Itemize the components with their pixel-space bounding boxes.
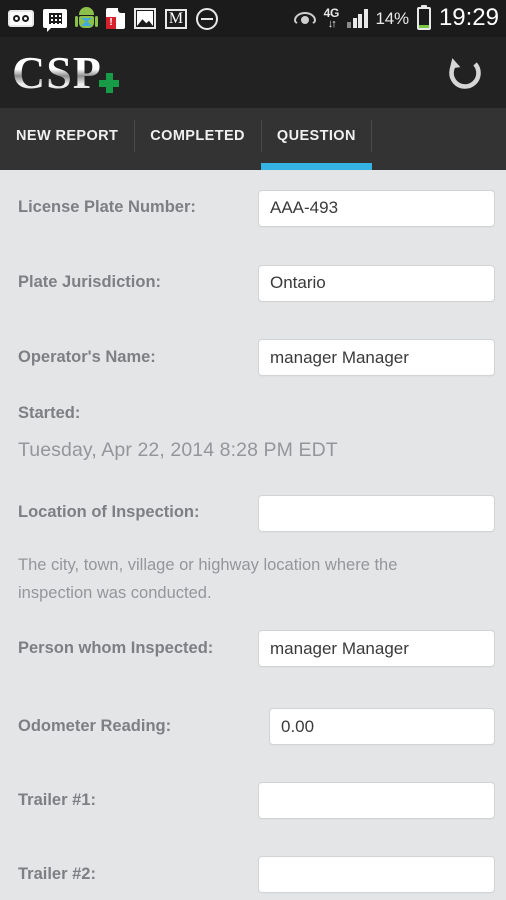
app-header: CSP — [0, 37, 506, 108]
label-trailer-2: Trailer #2: — [18, 864, 96, 883]
input-location-of-inspection[interactable] — [258, 494, 495, 532]
battery-icon — [416, 5, 431, 30]
tab-completed-label: COMPLETED — [150, 128, 245, 144]
label-location-of-inspection: Location of Inspection: — [18, 503, 200, 522]
field-row-odometer-reading: Odometer Reading: 0.00 — [0, 690, 506, 764]
tab-new-report-label: NEW REPORT — [16, 128, 119, 144]
tab-question-label: QUESTION — [276, 128, 356, 144]
status-bar: ! M 4G ↓↑ 14% 19:29 — [0, 0, 506, 37]
label-operators-name: Operator's Name: — [18, 347, 156, 366]
value-started: Tuesday, Apr 22, 2014 8:28 PM EDT — [18, 439, 338, 461]
logo-plus-icon — [98, 73, 119, 94]
storage-warning-badge: ! — [106, 17, 116, 29]
app-root: ! M 4G ↓↑ 14% 19:29 CSP NEW REPORT COMPL… — [0, 0, 506, 900]
storage-warning-icon: ! — [106, 8, 125, 29]
tab-bar: NEW REPORT COMPLETED QUESTION — [0, 108, 506, 170]
field-row-plate-jurisdiction: Plate Jurisdiction: Ontario — [0, 246, 506, 320]
label-trailer-1: Trailer #1: — [18, 790, 96, 809]
network-transfer-arrows-icon: ↓↑ — [327, 18, 337, 30]
bbm-chat-glyph — [48, 13, 62, 24]
label-odometer-reading: Odometer Reading: — [18, 716, 172, 735]
gmail-icon: M — [165, 8, 187, 29]
field-row-location-of-inspection: Location of Inspection: — [0, 478, 506, 548]
input-operators-name[interactable]: manager Manager — [258, 339, 495, 376]
field-row-license-plate-number: License Plate Number: AAA-493 — [0, 170, 506, 246]
input-odometer-reading[interactable]: 0.00 — [269, 708, 495, 746]
label-license-plate-number: License Plate Number: — [18, 198, 196, 217]
input-person-whom-inspected[interactable]: manager Manager — [258, 630, 495, 668]
android-icon — [75, 7, 98, 30]
field-row-trailer-2: Trailer #2: — [0, 838, 506, 900]
status-bar-clock: 19:29 — [438, 3, 499, 31]
network-type-indicator: 4G ↓↑ — [324, 7, 340, 30]
label-person-whom-inspected: Person whom Inspected: — [18, 638, 214, 657]
battery-percent-label: 14% — [375, 8, 410, 28]
app-logo: CSP — [12, 46, 119, 98]
helper-text-location-of-inspection: The city, town, village or highway locat… — [18, 556, 398, 603]
form-content[interactable]: License Plate Number: AAA-493 Plate Juri… — [0, 170, 506, 900]
bbm-chat-icon — [43, 9, 67, 32]
input-trailer-2[interactable] — [258, 856, 495, 894]
voicemail-icon — [8, 10, 34, 27]
field-row-operators-name: Operator's Name: manager Manager — [0, 320, 506, 395]
gallery-photo-icon — [134, 8, 156, 29]
eye-icon — [293, 11, 316, 26]
tab-completed[interactable]: COMPLETED — [134, 108, 261, 170]
input-trailer-1[interactable] — [258, 782, 495, 820]
refresh-icon — [449, 57, 481, 89]
label-started: Started: — [18, 404, 81, 422]
status-bar-right-icons: 4G ↓↑ 14% 19:29 — [293, 3, 499, 32]
input-license-plate-number[interactable]: AAA-493 — [258, 189, 495, 227]
input-plate-jurisdiction[interactable]: Ontario — [258, 264, 495, 302]
status-bar-left-icons: ! M — [8, 7, 218, 32]
started-section: Started: Tuesday, Apr 22, 2014 8:28 PM E… — [0, 395, 506, 462]
field-row-trailer-1: Trailer #1: — [0, 764, 506, 838]
field-row-person-whom-inspected: Person whom Inspected: manager Manager — [0, 608, 506, 690]
refresh-button[interactable] — [442, 50, 488, 96]
tab-active-indicator — [260, 163, 372, 170]
tab-question[interactable]: QUESTION — [260, 108, 372, 170]
label-plate-jurisdiction: Plate Jurisdiction: — [18, 273, 162, 292]
app-logo-text: CSP — [12, 46, 102, 98]
do-not-disturb-icon — [196, 7, 218, 30]
tab-new-report[interactable]: NEW REPORT — [0, 108, 134, 170]
signal-bars-icon — [347, 9, 368, 28]
